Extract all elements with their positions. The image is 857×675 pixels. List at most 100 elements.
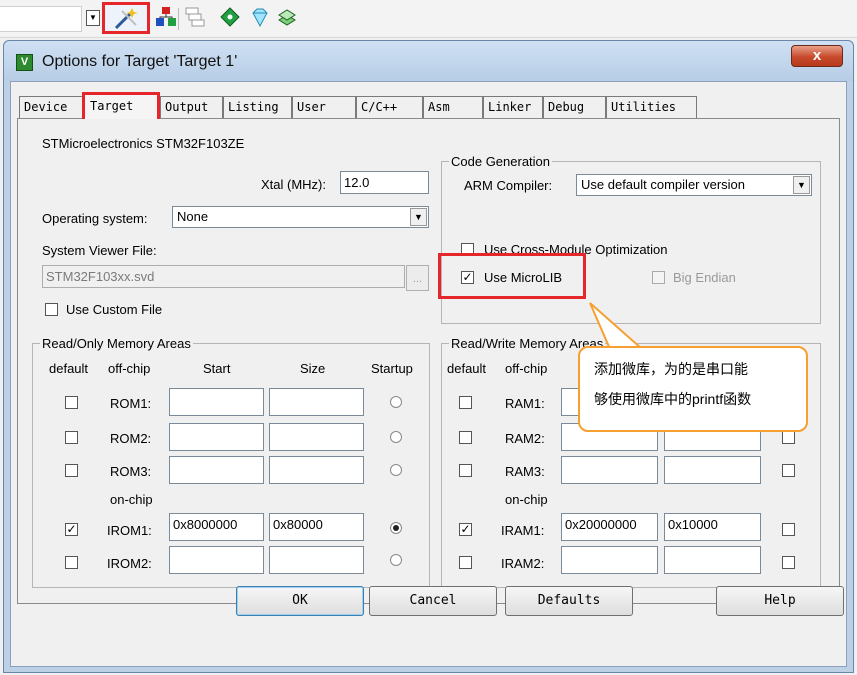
iram2-default-checkbox[interactable] — [459, 556, 472, 569]
rom1-start-input[interactable] — [169, 388, 264, 416]
rom3-size-input[interactable] — [269, 456, 364, 484]
iram2-start-input[interactable] — [561, 546, 658, 574]
tab-output[interactable]: Output — [160, 96, 223, 118]
tab-asm[interactable]: Asm — [423, 96, 483, 118]
irom2-default-checkbox[interactable] — [65, 556, 78, 569]
callout-line-2: 够使用微库中的printf函数 — [594, 391, 752, 407]
iram2-label: IRAM2: — [501, 556, 545, 571]
toolbar: ▼ — [0, 0, 857, 38]
rom2-label: ROM2: — [110, 431, 152, 446]
ram3-noinit-checkbox[interactable] — [782, 464, 795, 477]
compiler-label: ARM Compiler: — [464, 178, 553, 193]
irom1-size-input[interactable]: 0x80000 — [269, 513, 364, 541]
big-endian-checkbox[interactable] — [652, 271, 665, 284]
iram2-noinit-checkbox[interactable] — [782, 556, 795, 569]
rom3-default-checkbox[interactable] — [65, 464, 78, 477]
ram1-default-checkbox[interactable] — [459, 396, 472, 409]
iram1-start-input[interactable]: 0x20000000 — [561, 513, 658, 541]
ro-header-start: Start — [203, 361, 231, 376]
gem-icon[interactable] — [249, 6, 271, 28]
ram2-noinit-checkbox[interactable] — [782, 431, 795, 444]
title-bar[interactable]: V Options for Target 'Target 1' x — [4, 41, 853, 81]
ro-memory-legend: Read/Only Memory Areas — [40, 336, 193, 351]
rom1-size-input[interactable] — [269, 388, 364, 416]
help-button[interactable]: Help — [716, 586, 844, 616]
ram3-size-input[interactable] — [664, 456, 761, 484]
microlib-highlight-box — [438, 253, 586, 299]
tab-user[interactable]: User — [292, 96, 356, 118]
magic-wand-icon — [114, 8, 138, 30]
tab-listing[interactable]: Listing — [223, 96, 292, 118]
chevron-down-icon[interactable]: ▼ — [410, 208, 427, 226]
irom1-label: IROM1: — [107, 523, 152, 538]
target-select-field[interactable] — [0, 6, 82, 32]
iram1-size-input[interactable]: 0x10000 — [664, 513, 761, 541]
tab-linker[interactable]: Linker — [483, 96, 543, 118]
custom-file-checkbox[interactable] — [45, 303, 58, 316]
compiler-select-value: Use default compiler version — [581, 177, 746, 192]
tab-utilities[interactable]: Utilities — [606, 96, 697, 118]
irom2-size-input[interactable] — [269, 546, 364, 574]
green-stack-icon[interactable] — [276, 6, 298, 28]
xtal-label: Xtal (MHz): — [261, 177, 326, 192]
compiler-select[interactable]: Use default compiler version ▼ — [576, 174, 812, 196]
irom1-default-checkbox[interactable]: ✓ — [65, 523, 78, 536]
ro-header-startup: Startup — [371, 361, 413, 376]
irom2-label: IROM2: — [107, 556, 152, 571]
rom1-default-checkbox[interactable] — [65, 396, 78, 409]
irom2-startup-radio[interactable] — [390, 554, 402, 566]
file-extensions-icon[interactable] — [183, 6, 205, 28]
os-select-value: None — [177, 209, 209, 224]
iram2-size-input[interactable] — [664, 546, 761, 574]
svd-input[interactable]: STM32F103xx.svd — [42, 265, 405, 288]
tab-target[interactable]: Target — [82, 92, 160, 119]
rom1-startup-radio[interactable] — [390, 396, 402, 408]
tab-device[interactable]: Device — [19, 96, 83, 118]
browse-button[interactable]: ... — [406, 265, 429, 291]
ram3-start-input[interactable] — [561, 456, 658, 484]
irom1-start-input[interactable]: 0x8000000 — [169, 513, 264, 541]
rom3-start-input[interactable] — [169, 456, 264, 484]
iram1-noinit-checkbox[interactable] — [782, 523, 795, 536]
ram1-label: RAM1: — [505, 396, 545, 411]
ram2-default-checkbox[interactable] — [459, 431, 472, 444]
rom3-startup-radio[interactable] — [390, 464, 402, 476]
ok-button[interactable]: OK — [236, 586, 364, 616]
callout-pointer — [589, 302, 645, 350]
rom2-startup-radio[interactable] — [390, 431, 402, 443]
irom2-start-input[interactable] — [169, 546, 264, 574]
iram1-default-checkbox[interactable]: ✓ — [459, 523, 472, 536]
components-icon[interactable] — [155, 6, 177, 28]
cancel-button[interactable]: Cancel — [369, 586, 497, 616]
ro-onchip-label: on-chip — [110, 492, 153, 507]
rom2-size-input[interactable] — [269, 423, 364, 451]
svd-label: System Viewer File: — [42, 243, 157, 258]
os-label: Operating system: — [42, 211, 148, 226]
big-endian-label: Big Endian — [673, 270, 736, 285]
irom1-startup-radio[interactable] — [390, 522, 402, 534]
defaults-button[interactable]: Defaults — [505, 586, 633, 616]
xtal-input[interactable]: 12.0 — [340, 171, 429, 194]
rw-header-offchip: off-chip — [505, 361, 548, 376]
tab-debug[interactable]: Debug — [543, 96, 606, 118]
os-select[interactable]: None ▼ — [172, 206, 429, 228]
target-dropdown-arrow[interactable]: ▼ — [86, 10, 100, 26]
close-button[interactable]: x — [791, 45, 843, 67]
target-options-button[interactable] — [102, 2, 150, 34]
custom-file-label: Use Custom File — [66, 302, 163, 317]
ram3-default-checkbox[interactable] — [459, 464, 472, 477]
rom2-default-checkbox[interactable] — [65, 431, 78, 444]
chevron-down-icon[interactable]: ▼ — [793, 176, 810, 194]
rom3-label: ROM3: — [110, 464, 152, 479]
tab-cpp[interactable]: C/C++ — [356, 96, 423, 118]
device-name: STMicroelectronics STM32F103ZE — [42, 136, 245, 151]
annotation-callout-text: 添加微库，为的是串口能 够使用微库中的printf函数 — [594, 354, 799, 414]
iram1-label: IRAM1: — [501, 523, 545, 538]
callout-line-1: 添加微库，为的是串口能 — [594, 361, 748, 377]
ro-header-offchip: off-chip — [108, 361, 151, 376]
ram2-label: RAM2: — [505, 431, 545, 446]
dialog-title: Options for Target 'Target 1' — [42, 53, 238, 70]
toolbar-separator — [178, 8, 179, 30]
rom2-start-input[interactable] — [169, 423, 264, 451]
green-diamond-icon[interactable] — [219, 6, 241, 28]
